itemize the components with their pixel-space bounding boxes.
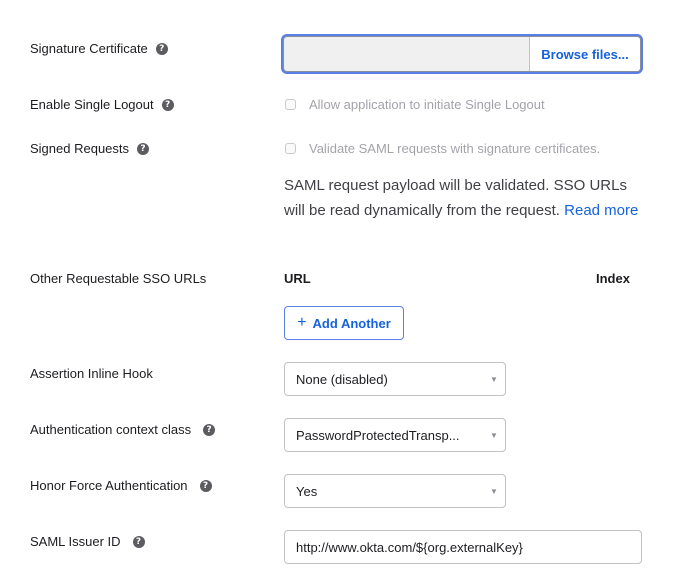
help-icon[interactable]: ? (203, 423, 216, 436)
issuer-id-text: SAML Issuer ID (30, 534, 121, 549)
force-auth-select[interactable]: Yes ▼ (284, 474, 506, 508)
signed-requests-checkbox[interactable] (285, 143, 296, 154)
assertion-hook-label: Assertion Inline Hook (30, 366, 153, 381)
url-column-header: URL (284, 271, 311, 286)
plus-icon: + (297, 314, 307, 331)
signed-requests-checkbox-label: Validate SAML requests with signature ce… (309, 141, 601, 156)
auth-context-select[interactable]: PasswordProtectedTransp... ▼ (284, 418, 506, 452)
add-another-button[interactable]: + Add Another (284, 306, 404, 340)
sso-urls-text: Other Requestable SSO URLs (30, 271, 207, 286)
signed-requests-description: SAML request payload will be validated. … (284, 173, 649, 223)
assertion-hook-select[interactable]: None (disabled) ▼ (284, 362, 506, 396)
caret-down-icon: ▼ (490, 486, 498, 496)
assertion-hook-text: Assertion Inline Hook (30, 366, 153, 381)
signature-certificate-text: Signature Certificate (30, 41, 148, 56)
help-icon[interactable]: ? (137, 142, 150, 155)
signed-requests-checkbox-row[interactable]: Validate SAML requests with signature ce… (285, 141, 600, 156)
single-logout-text: Enable Single Logout (30, 97, 154, 112)
force-auth-label: Honor Force Authentication ? (30, 478, 212, 493)
signed-requests-label: Signed Requests ? (30, 141, 150, 156)
index-column-header: Index (596, 271, 630, 286)
help-icon[interactable]: ? (132, 535, 145, 548)
help-icon[interactable]: ? (161, 98, 174, 111)
sso-urls-label: Other Requestable SSO URLs (30, 271, 206, 286)
force-auth-text: Honor Force Authentication (30, 478, 188, 493)
assertion-hook-value: None (disabled) (296, 371, 388, 387)
single-logout-checkbox-row[interactable]: Allow application to initiate Single Log… (285, 97, 545, 112)
single-logout-checkbox[interactable] (285, 99, 296, 110)
force-auth-value: Yes (296, 483, 318, 499)
single-logout-checkbox-label: Allow application to initiate Single Log… (309, 97, 545, 112)
file-path-field[interactable] (284, 37, 529, 71)
read-more-link[interactable]: Read more (564, 202, 638, 219)
single-logout-label: Enable Single Logout ? (30, 97, 174, 112)
caret-down-icon: ▼ (490, 374, 498, 384)
browse-files-button[interactable]: Browse files... (529, 37, 640, 71)
issuer-id-label: SAML Issuer ID ? (30, 534, 145, 549)
signature-certificate-label: Signature Certificate ? (30, 41, 168, 56)
issuer-id-input[interactable] (284, 530, 642, 564)
signature-certificate-file-input[interactable]: Browse files... (283, 36, 641, 72)
caret-down-icon: ▼ (490, 430, 498, 440)
help-icon[interactable]: ? (199, 479, 212, 492)
add-another-label: Add Another (312, 315, 391, 331)
auth-context-label: Authentication context class ? (30, 422, 216, 437)
auth-context-text: Authentication context class (30, 422, 192, 437)
help-icon[interactable]: ? (155, 42, 168, 55)
auth-context-value: PasswordProtectedTransp... (296, 427, 460, 443)
signed-requests-text: Signed Requests (30, 141, 130, 156)
